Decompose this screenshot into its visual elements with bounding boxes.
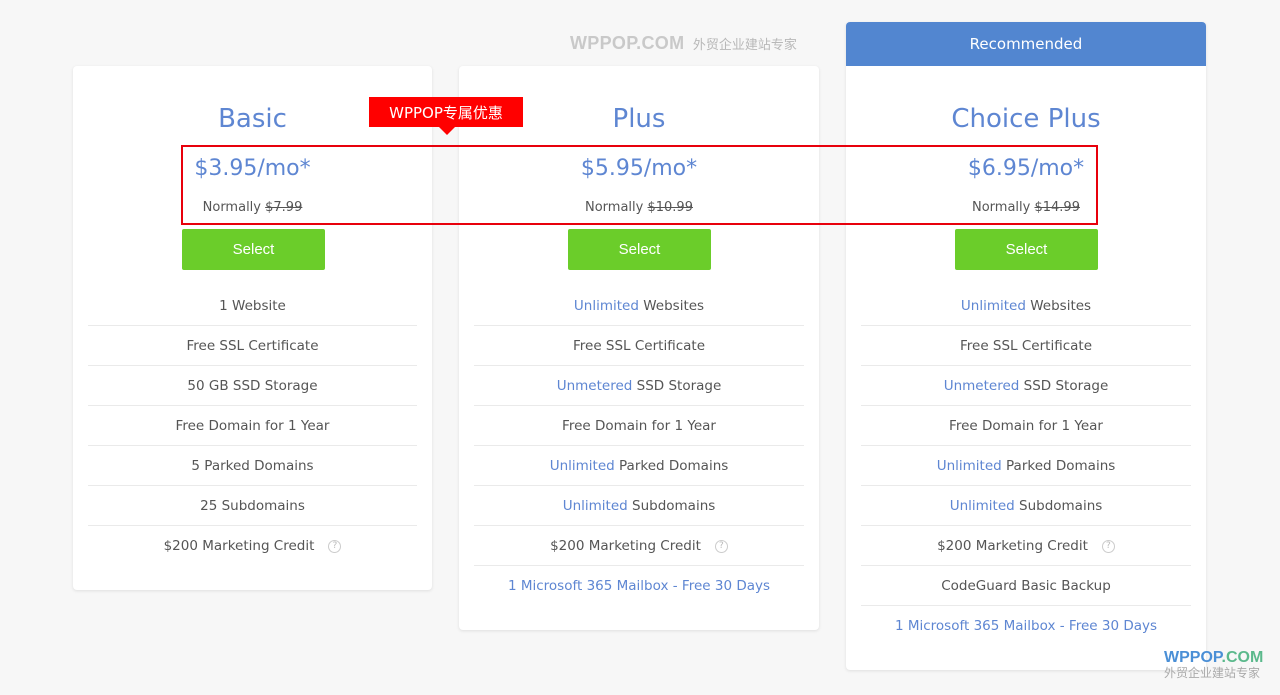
plan-price: $5.95/mo* [580,156,698,181]
plan-card-plus: Plus $5.95/mo* Normally $10.99 Select Un… [459,66,819,630]
feature-item: Unlimited Subdomains [861,486,1191,526]
feature-text: Free SSL Certificate [186,338,319,354]
watermark-tagline: 外贸企业建站专家 [692,37,797,52]
feature-highlight: Unlimited [960,298,1026,314]
feature-text: Parked Domains [1001,458,1116,474]
help-icon[interactable]: ? [714,539,728,553]
normal-price-line: Normally $7.99 [73,200,432,215]
plan-card-basic: Basic $3.95/mo* Normally $7.99 Select 1 … [73,66,432,590]
recommended-banner: Recommended [846,22,1206,66]
feature-list: Unlimited Websites Free SSL Certificate Un… [861,286,1191,646]
help-icon[interactable]: ? [328,539,342,553]
feature-text: Parked Domains [614,458,729,474]
plan-card-choice-plus: Recommended Choice Plus $6.95/mo* Normal… [846,22,1206,670]
feature-item: 5 Parked Domains [88,446,417,486]
normal-price: $7.99 [265,200,303,215]
normally-label: Normally [202,200,261,215]
feature-list: 1 Website Free SSL Certificate 50 GB SSD S… [88,286,417,566]
feature-item: Free Domain for 1 Year [88,406,417,446]
feature-text: Free Domain for 1 Year [562,418,716,434]
feature-item: Unlimited Parked Domains [861,446,1191,486]
feature-text: Subdomains [1014,498,1103,514]
feature-text: 50 GB SSD Storage [187,378,318,394]
watermark-bottom-right: WPPOP.COM 外贸企业建站专家 [1164,649,1263,680]
feature-text: 1 Microsoft 365 Mailbox - Free 30 Days [894,618,1158,634]
feature-list: Unlimited Websites Free SSL Certificate Un… [474,286,804,606]
watermark-brand-wp: WPPOP [1164,649,1222,666]
feature-text: $200 Marketing Credit [550,538,701,554]
normal-price: $10.99 [647,200,693,215]
feature-text: CodeGuard Basic Backup [941,578,1111,594]
feature-highlight: Unmetered [943,378,1020,394]
feature-text: $200 Marketing Credit [937,538,1088,554]
feature-item: $200 Marketing Credit? [474,526,804,566]
feature-item-link[interactable]: 1 Microsoft 365 Mailbox - Free 30 Days [474,566,804,606]
feature-text: SSD Storage [632,378,722,394]
feature-item: 25 Subdomains [88,486,417,526]
watermark-tagline: 外贸企业建站专家 [1164,665,1261,680]
feature-item: Unlimited Websites [474,286,804,326]
feature-item: Unmetered SSD Storage [861,366,1191,406]
feature-text: 1 Microsoft 365 Mailbox - Free 30 Days [507,578,771,594]
feature-item: Unmetered SSD Storage [474,366,804,406]
feature-text: SSD Storage [1019,378,1109,394]
plan-title: Choice Plus [951,104,1101,134]
feature-highlight: Unlimited [549,458,615,474]
feature-text: Free SSL Certificate [959,338,1092,354]
feature-highlight: Unlimited [562,498,628,514]
normal-price: $14.99 [1034,200,1080,215]
feature-text: $200 Marketing Credit [163,538,315,554]
feature-text: 25 Subdomains [200,498,305,514]
plan-price: $3.95/mo* [194,156,311,181]
feature-highlight: Unlimited [936,458,1002,474]
feature-item: Free SSL Certificate [88,326,417,366]
feature-text: 1 Website [219,298,286,314]
select-button-plus[interactable]: Select [568,229,711,270]
feature-item: $200 Marketing Credit? [88,526,417,566]
feature-highlight: Unlimited [949,498,1015,514]
watermark-brand: WPPOP.COM [570,33,685,53]
feature-highlight: Unlimited [573,298,639,314]
feature-item: Unlimited Websites [861,286,1191,326]
feature-text: Free Domain for 1 Year [175,418,330,434]
promo-tag: WPPOP专属优惠 [369,97,523,135]
feature-item: Free SSL Certificate [474,326,804,366]
feature-text: Subdomains [627,498,716,514]
plan-price: $6.95/mo* [967,156,1085,181]
watermark-brand: WPPOP.COM [1164,649,1263,667]
select-button-basic[interactable]: Select [182,229,325,270]
feature-highlight: Unmetered [556,378,633,394]
normally-label: Normally [972,200,1031,215]
feature-item-link[interactable]: 1 Microsoft 365 Mailbox - Free 30 Days [861,606,1191,646]
feature-text: Websites [638,298,705,314]
feature-item: CodeGuard Basic Backup [861,566,1191,606]
feature-item: Free SSL Certificate [861,326,1191,366]
feature-text: 5 Parked Domains [191,458,314,474]
feature-text: Free Domain for 1 Year [949,418,1103,434]
feature-item: Unlimited Subdomains [474,486,804,526]
feature-text: Websites [1025,298,1092,314]
watermark-top: WPPOP.COM 外贸企业建站专家 [570,33,797,54]
feature-item: Unlimited Parked Domains [474,446,804,486]
feature-text: Free SSL Certificate [572,338,705,354]
feature-item: 50 GB SSD Storage [88,366,417,406]
normal-price-line: Normally $10.99 [459,200,819,215]
feature-item: Free Domain for 1 Year [861,406,1191,446]
feature-item: $200 Marketing Credit? [861,526,1191,566]
watermark-brand-com: .COM [1221,649,1264,666]
select-button-choice-plus[interactable]: Select [955,229,1098,270]
normal-price-line: Normally $14.99 [846,200,1206,215]
help-icon[interactable]: ? [1101,539,1115,553]
feature-item: Free Domain for 1 Year [474,406,804,446]
feature-item: 1 Website [88,286,417,326]
normally-label: Normally [585,200,644,215]
